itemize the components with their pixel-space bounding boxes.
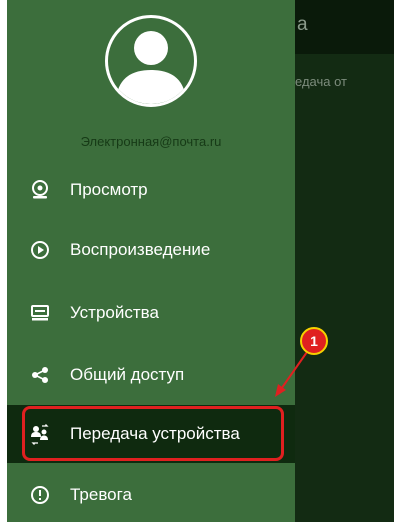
annotation-arrow (275, 351, 308, 397)
callout-badge: 1 (300, 327, 328, 355)
app-screen: а едача от Электронная@почта.ru Просмотр (7, 0, 394, 522)
